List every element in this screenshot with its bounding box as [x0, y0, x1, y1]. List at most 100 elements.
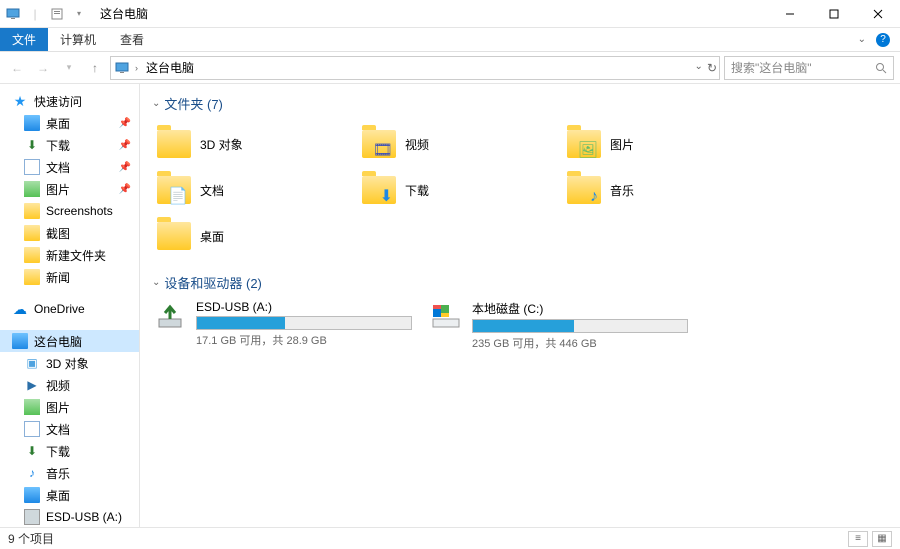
chevron-down-icon: ⌄ [152, 277, 160, 288]
folder-item[interactable]: 桌面 [152, 213, 357, 259]
folder-label: 桌面 [200, 228, 224, 245]
cloud-icon: ☁ [12, 301, 28, 317]
drive-name: 本地磁盘 (C:) [472, 300, 688, 317]
refresh-icon[interactable]: ↻ [707, 61, 717, 75]
minimize-button[interactable] [768, 0, 812, 28]
pin-icon: 📌 [119, 140, 131, 151]
qat-dropdown-icon[interactable]: ▾ [70, 5, 88, 23]
drive-usage-text: 17.1 GB 可用，共 28.9 GB [196, 332, 412, 348]
sidebar-quick-item[interactable]: 新闻 [0, 266, 139, 288]
properties-icon[interactable] [48, 5, 66, 23]
drive-name: ESD-USB (A:) [196, 300, 412, 314]
ribbon-expand-icon[interactable]: ⌄ [858, 34, 866, 45]
status-bar: 9 个项目 ≡ ▦ [0, 527, 900, 549]
qat-separator: | [26, 5, 44, 23]
pin-icon: 📌 [119, 162, 131, 173]
sidebar-pc-item[interactable]: ▣3D 对象 [0, 352, 139, 374]
folder-icon [156, 126, 192, 162]
status-text: 9 个项目 [8, 530, 54, 547]
folder-label: 音乐 [610, 182, 634, 199]
details-view-button[interactable]: ≡ [848, 531, 868, 547]
search-input[interactable]: 搜索"这台电脑" [724, 56, 894, 80]
sidebar-quick-item[interactable]: 截图 [0, 222, 139, 244]
sidebar-quick-item[interactable]: 新建文件夹 [0, 244, 139, 266]
sidebar-quick-item[interactable]: 图片📌 [0, 178, 139, 200]
folder-grid: 3D 对象 🎞 视频 🖼 图片 📄 文档 ⬇ 下载 ♪ 音乐 桌面 [152, 121, 888, 259]
folder-icon: ♪ [566, 172, 602, 208]
quick-access-toolbar: | ▾ 这台电脑 [0, 5, 148, 23]
sidebar-pc-item[interactable]: ♪音乐 [0, 462, 139, 484]
folder-icon: 🎞 [361, 126, 397, 162]
forward-button[interactable]: → [32, 57, 54, 79]
addressbar-pc-icon [113, 59, 131, 77]
folder-label: 3D 对象 [200, 136, 243, 153]
close-button[interactable] [856, 0, 900, 28]
help-icon[interactable]: ? [876, 33, 890, 47]
folder-icon: ⬇ [361, 172, 397, 208]
chevron-down-icon: ⌄ [152, 98, 160, 109]
navigation-bar: ← → ▾ ↑ › 这台电脑 ⌄ ↻ 搜索"这台电脑" [0, 52, 900, 84]
drive-usage-text: 235 GB 可用，共 446 GB [472, 335, 688, 351]
window-controls [768, 0, 900, 28]
breadcrumb[interactable]: 这台电脑 [142, 59, 198, 76]
address-bar[interactable]: › 这台电脑 ⌄ ↻ [110, 56, 720, 80]
folder-item[interactable]: 3D 对象 [152, 121, 357, 167]
folder-item[interactable]: 📄 文档 [152, 167, 357, 213]
folder-icon: 📄 [156, 172, 192, 208]
sidebar-quick-item[interactable]: 桌面📌 [0, 112, 139, 134]
pin-icon: 📌 [119, 184, 131, 195]
sidebar-quick-access[interactable]: ★快速访问 [0, 90, 139, 112]
sidebar-pc-item[interactable]: 图片 [0, 396, 139, 418]
folder-item[interactable]: ⬇ 下载 [357, 167, 562, 213]
folder-item[interactable]: 🎞 视频 [357, 121, 562, 167]
tab-file[interactable]: 文件 [0, 28, 48, 51]
navigation-pane: ★快速访问桌面📌⬇下载📌文档📌图片📌Screenshots截图新建文件夹新闻☁O… [0, 84, 140, 527]
drive-usage-bar [196, 316, 412, 330]
sidebar-quick-item[interactable]: 文档📌 [0, 156, 139, 178]
group-header-folders[interactable]: ⌄ 文件夹 (7) [152, 94, 888, 113]
tab-view[interactable]: 查看 [108, 28, 156, 51]
recent-dropdown[interactable]: ▾ [58, 57, 80, 79]
ribbon: 文件 计算机 查看 ⌄ ? [0, 28, 900, 52]
window-title: 这台电脑 [100, 5, 148, 22]
sidebar-onedrive[interactable]: ☁OneDrive [0, 298, 139, 320]
tiles-view-button[interactable]: ▦ [872, 531, 892, 547]
group-title-folders: 文件夹 (7) [164, 94, 223, 113]
content-pane: ⌄ 文件夹 (7) 3D 对象 🎞 视频 🖼 图片 📄 文档 ⬇ 下载 ♪ 音乐… [140, 84, 900, 527]
sidebar-this-pc[interactable]: 这台电脑 [0, 330, 139, 352]
sidebar-pc-item[interactable]: 桌面 [0, 484, 139, 506]
crumb-chevron-icon[interactable]: › [135, 63, 138, 73]
sidebar-pc-item[interactable]: 文档 [0, 418, 139, 440]
folder-label: 下载 [405, 182, 429, 199]
up-button[interactable]: ↑ [84, 57, 106, 79]
pc-icon [12, 333, 28, 349]
sidebar-pc-item[interactable]: ⬇下载 [0, 440, 139, 462]
drive-icon [428, 300, 464, 336]
address-dropdown-icon[interactable]: ⌄ [695, 61, 703, 75]
drive-item[interactable]: ESD-USB (A:) 17.1 GB 可用，共 28.9 GB [152, 300, 412, 351]
drive-item[interactable]: 本地磁盘 (C:) 235 GB 可用，共 446 GB [428, 300, 688, 351]
folder-item[interactable]: 🖼 图片 [562, 121, 767, 167]
pc-icon [4, 5, 22, 23]
group-title-drives: 设备和驱动器 (2) [164, 273, 262, 292]
maximize-button[interactable] [812, 0, 856, 28]
group-header-drives[interactable]: ⌄ 设备和驱动器 (2) [152, 273, 888, 292]
drive-usage-bar [472, 319, 688, 333]
drives-row: ESD-USB (A:) 17.1 GB 可用，共 28.9 GB 本地磁盘 (… [152, 300, 888, 351]
folder-label: 文档 [200, 182, 224, 199]
star-icon: ★ [12, 93, 28, 109]
folder-label: 图片 [610, 136, 634, 153]
sidebar-quick-item[interactable]: ⬇下载📌 [0, 134, 139, 156]
drive-icon [152, 300, 188, 336]
search-placeholder: 搜索"这台电脑" [731, 59, 875, 76]
titlebar: | ▾ 这台电脑 [0, 0, 900, 28]
sidebar-pc-item[interactable]: ▶视频 [0, 374, 139, 396]
folder-icon: 🖼 [566, 126, 602, 162]
tab-computer[interactable]: 计算机 [48, 28, 108, 51]
sidebar-pc-item[interactable]: ESD-USB (A:) [0, 506, 139, 527]
pin-icon: 📌 [119, 118, 131, 129]
back-button[interactable]: ← [6, 57, 28, 79]
view-switcher: ≡ ▦ [848, 531, 892, 547]
folder-item[interactable]: ♪ 音乐 [562, 167, 767, 213]
sidebar-quick-item[interactable]: Screenshots [0, 200, 139, 222]
